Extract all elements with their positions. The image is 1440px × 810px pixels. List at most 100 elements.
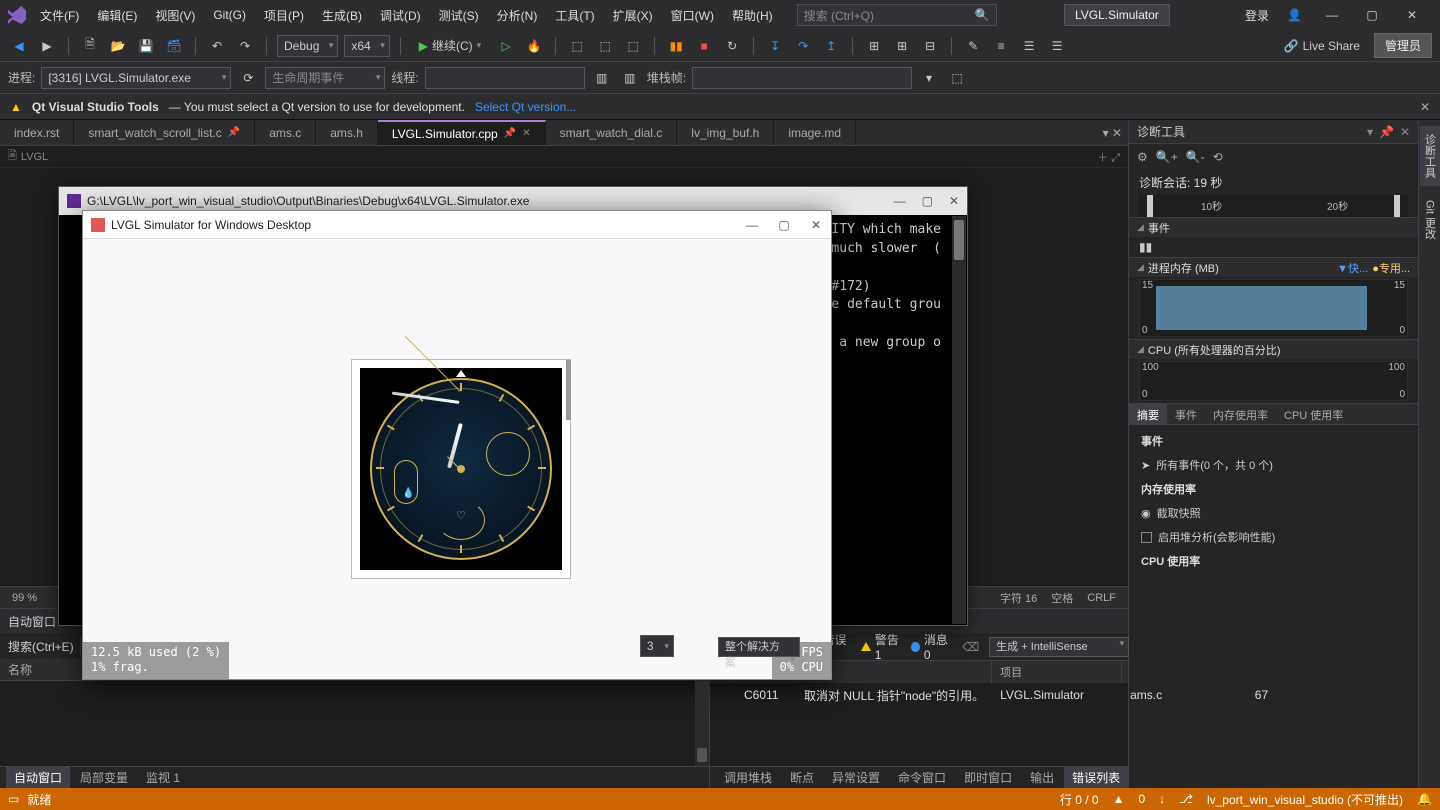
dtab-summary[interactable]: 摘要 <box>1129 404 1167 424</box>
restart-icon[interactable]: ↻ <box>721 35 743 57</box>
mem-snapshot-marker[interactable]: ▼快... <box>1337 260 1368 276</box>
config-dropdown[interactable]: Debug <box>277 35 338 57</box>
step-over-icon[interactable]: ↷ <box>792 35 814 57</box>
nav-back-icon[interactable]: ◀ <box>8 35 30 57</box>
tab-command-window[interactable]: 命令窗口 <box>890 767 954 788</box>
misc-icon-b[interactable]: ⊞ <box>891 35 913 57</box>
error-row[interactable]: C6011 取消对 NULL 指针"node"的引用。 LVGL.Simulat… <box>710 683 1276 707</box>
cpu-section[interactable]: ◢CPU (所有处理器的百分比) <box>1129 339 1418 359</box>
sim-close-icon[interactable]: ✕ <box>809 218 823 232</box>
status-bell-icon[interactable]: 🔔 <box>1417 792 1432 806</box>
misc-icon-c[interactable]: ⊟ <box>919 35 941 57</box>
stack-icon-a[interactable]: ▾ <box>918 67 940 89</box>
menu-test[interactable]: 测试(S) <box>435 7 483 24</box>
menu-file[interactable]: 文件(F) <box>36 7 83 24</box>
rail-git-changes[interactable]: Git 更改 <box>1420 192 1440 247</box>
tab-index-rst[interactable]: index.rst <box>0 120 74 145</box>
dbg-icon-3[interactable]: ⬚ <box>622 35 644 57</box>
misc-icon-d[interactable]: ✎ <box>962 35 984 57</box>
window-maximize-icon[interactable]: ▢ <box>1352 0 1392 30</box>
menu-window[interactable]: 窗口(W) <box>667 7 718 24</box>
hot-reload-icon[interactable]: 🔥 <box>523 35 545 57</box>
console-maximize-icon[interactable]: ▢ <box>922 194 933 208</box>
simulator-titlebar[interactable]: LVGL Simulator for Windows Desktop — ▢ ✕ <box>83 211 831 239</box>
pin-icon[interactable]: 📌 <box>504 128 516 139</box>
signin-link[interactable]: 登录 <box>1245 7 1269 24</box>
console-scrollbar[interactable] <box>952 216 966 624</box>
cpu-graph[interactable]: 100 0 100 0 <box>1139 361 1408 401</box>
dbg-icon-1[interactable]: ⬚ <box>566 35 588 57</box>
dtab-cpu[interactable]: CPU 使用率 <box>1276 404 1351 424</box>
solution-name[interactable]: LVGL.Simulator <box>1064 4 1170 26</box>
messages-toggle[interactable]: 消息 0 <box>911 631 952 662</box>
user-icon[interactable]: 👤 <box>1287 8 1302 22</box>
console-minimize-icon[interactable]: — <box>894 194 906 208</box>
dtab-events[interactable]: 事件 <box>1167 404 1205 424</box>
window-close-icon[interactable]: ✕ <box>1392 0 1432 30</box>
save-icon[interactable]: 💾 <box>135 35 157 57</box>
lineending-mode[interactable]: CRLF <box>1087 592 1116 604</box>
memory-graph[interactable]: 15 0 15 0 <box>1139 279 1408 337</box>
console-close-icon[interactable]: ✕ <box>949 194 959 208</box>
undo-icon[interactable]: ↶ <box>206 35 228 57</box>
process-dropdown[interactable]: [3316] LVGL.Simulator.exe <box>41 67 231 89</box>
depth-dropdown[interactable]: 3 <box>640 635 674 657</box>
diagnostics-title[interactable]: 诊断工具 ▾📌✕ <box>1129 120 1418 144</box>
panel-menu-icon[interactable]: ▾ <box>1367 125 1373 139</box>
tab-scroll-list[interactable]: smart_watch_scroll_list.c📌 <box>74 120 255 145</box>
misc-icon-g[interactable]: ☰ <box>1046 35 1068 57</box>
checkbox-icon[interactable] <box>1141 532 1152 543</box>
rail-diagnostics[interactable]: 诊断工具 <box>1420 126 1440 186</box>
stack-icon-b[interactable]: ⬚ <box>946 67 968 89</box>
lifecycle-icon[interactable]: ⟳ <box>237 67 259 89</box>
editor-breadcrumb[interactable]: 🗎 LVGL ＋ ⤢ <box>0 146 1128 168</box>
tab-errorlist[interactable]: 错误列表 <box>1064 767 1128 788</box>
stop-icon[interactable]: ■ <box>693 35 715 57</box>
infobar-close-icon[interactable]: ✕ <box>1420 100 1430 114</box>
misc-icon-f[interactable]: ☰ <box>1018 35 1040 57</box>
diagnostics-timeline[interactable]: 10秒 20秒 <box>1139 195 1408 217</box>
menu-project[interactable]: 项目(P) <box>260 7 308 24</box>
tab-ams-c[interactable]: ams.c <box>255 120 316 145</box>
status-source-control-icon[interactable]: ⎇ <box>1179 792 1193 806</box>
menu-edit[interactable]: 编辑(E) <box>93 7 141 24</box>
tab-dial-c[interactable]: smart_watch_dial.c <box>546 120 678 145</box>
window-minimize-icon[interactable]: — <box>1312 0 1352 30</box>
global-search-input[interactable]: 搜索 (Ctrl+Q) 🔍 <box>797 4 997 26</box>
autos-scrollbar[interactable] <box>695 681 709 766</box>
new-file-icon[interactable]: 🗎 <box>79 35 101 57</box>
menu-help[interactable]: 帮助(H) <box>728 7 777 24</box>
close-icon[interactable]: ✕ <box>522 128 530 139</box>
source-dropdown[interactable]: 生成 + IntelliSense <box>989 637 1129 657</box>
pause-icon[interactable]: ▮▮ <box>665 35 687 57</box>
step-into-icon[interactable]: ↧ <box>764 35 786 57</box>
tab-simulator-cpp[interactable]: LVGL.Simulator.cpp📌✕ <box>378 120 546 145</box>
diag-zoomin-icon[interactable]: 🔍+ <box>1156 150 1178 164</box>
continue-button[interactable]: ▶ 继续(C) ▾ <box>411 35 489 57</box>
liveshare-button[interactable]: 🔗 Live Share <box>1284 39 1360 53</box>
diag-reset-icon[interactable]: ⟲ <box>1213 150 1223 164</box>
thread-input[interactable] <box>425 67 585 89</box>
menu-git[interactable]: Git(G) <box>209 8 250 22</box>
qt-select-version-link[interactable]: Select Qt version... <box>475 100 576 114</box>
dbg-icon-2[interactable]: ⬚ <box>594 35 616 57</box>
nav-fwd-icon[interactable]: ▶ <box>36 35 58 57</box>
misc-icon-e[interactable]: ≡ <box>990 35 1012 57</box>
mem-private-marker[interactable]: ●专用... <box>1372 260 1410 276</box>
thread-icon-a[interactable]: ▥ <box>591 67 613 89</box>
diag-zoomout-icon[interactable]: 🔍- <box>1186 150 1205 164</box>
tab-img-buf[interactable]: lv_img_buf.h <box>677 120 774 145</box>
diag-settings-icon[interactable]: ⚙ <box>1137 150 1148 164</box>
lifecycle-dropdown[interactable]: 生命周期事件 <box>265 67 385 89</box>
menu-view[interactable]: 视图(V) <box>151 7 199 24</box>
memory-section[interactable]: ◢进程内存 (MB) ▼快... ●专用... <box>1129 257 1418 277</box>
tab-ams-h[interactable]: ams.h <box>316 120 378 145</box>
breadcrumb-tools[interactable]: ＋ ⤢ <box>1097 149 1120 165</box>
tab-overflow[interactable]: ▾ ✕ <box>1097 120 1128 145</box>
open-icon[interactable]: 📂 <box>107 35 129 57</box>
redo-icon[interactable]: ↷ <box>234 35 256 57</box>
tab-autos[interactable]: 自动窗口 <box>6 767 70 788</box>
sim-minimize-icon[interactable]: — <box>745 218 759 232</box>
save-all-icon[interactable]: 🗃 <box>163 35 185 57</box>
indent-mode[interactable]: 空格 <box>1051 590 1073 606</box>
